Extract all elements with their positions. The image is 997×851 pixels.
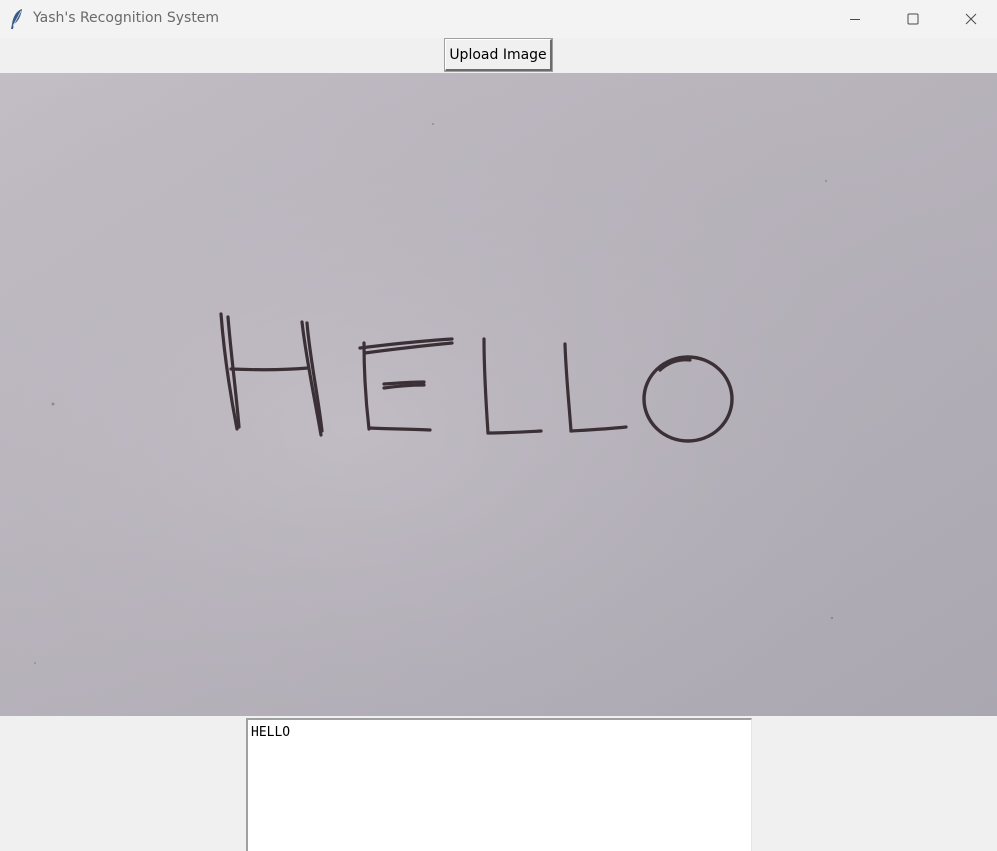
toolbar: Upload Image xyxy=(0,38,997,73)
app-window: Yash's Recognition System Upload Image H… xyxy=(0,0,997,851)
close-icon xyxy=(965,13,977,25)
feather-icon xyxy=(9,8,25,30)
output-text: HELLO xyxy=(251,725,291,740)
maximize-button[interactable] xyxy=(890,0,936,38)
image-preview xyxy=(0,73,997,716)
recognition-output-textbox[interactable]: HELLO xyxy=(246,718,752,851)
maximize-icon xyxy=(907,13,919,25)
close-button[interactable] xyxy=(948,0,994,38)
title-bar[interactable]: Yash's Recognition System xyxy=(0,0,997,38)
upload-image-button[interactable]: Upload Image xyxy=(444,38,553,72)
window-title: Yash's Recognition System xyxy=(33,10,220,26)
minimize-icon xyxy=(849,13,861,25)
minimize-button[interactable] xyxy=(832,0,878,38)
